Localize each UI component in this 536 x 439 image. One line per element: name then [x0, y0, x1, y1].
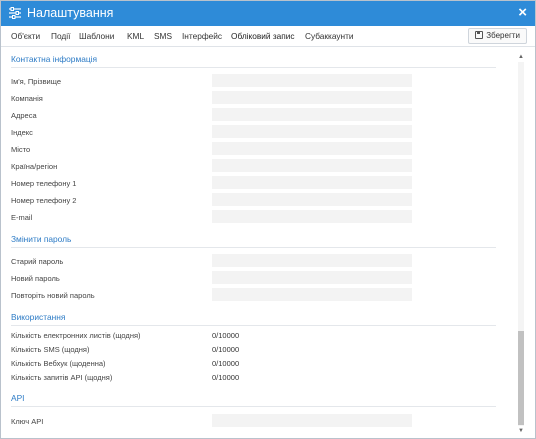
scroll-up-arrow-icon[interactable]: ▲: [517, 53, 525, 61]
field-label-name: Ім'я, Прізвище: [11, 77, 61, 86]
section-divider: [11, 247, 496, 248]
settings-window: Налаштування × Об'єкти Події Шаблони KML…: [0, 0, 536, 439]
address-input[interactable]: [212, 108, 412, 121]
phone2-input[interactable]: [212, 193, 412, 206]
scroll-down-arrow-icon[interactable]: ▼: [517, 427, 525, 435]
new-password-input[interactable]: [212, 271, 412, 284]
floppy-disk-icon: [475, 31, 484, 39]
company-input[interactable]: [212, 91, 412, 104]
phone1-input[interactable]: [212, 176, 412, 189]
field-label-new-password: Новий пароль: [11, 274, 60, 283]
tab-objects[interactable]: Об'єкти: [11, 30, 40, 42]
field-label-country: Країна/регіон: [11, 162, 58, 171]
repeat-password-input[interactable]: [212, 288, 412, 301]
scroll-thumb[interactable]: [518, 331, 524, 425]
field-label-address: Адреса: [11, 111, 37, 120]
field-label-email: E-mail: [11, 213, 33, 222]
usage-label-sms: Кількість SMS (щодня): [11, 345, 90, 354]
usage-value-webhook: 0/10000: [212, 359, 240, 368]
usage-label-api-requests: Кількість запитів API (щодня): [11, 373, 113, 382]
usage-value-sms: 0/10000: [212, 345, 240, 354]
field-label-postcode: Індекс: [11, 128, 33, 137]
city-input[interactable]: [212, 142, 412, 155]
field-label-city: Місто: [11, 145, 31, 154]
tab-sms[interactable]: SMS: [154, 30, 172, 42]
window-title: Налаштування: [27, 6, 114, 20]
field-label-company: Компанія: [11, 94, 43, 103]
sliders-icon: [8, 6, 22, 20]
section-title-api: API: [11, 393, 25, 403]
country-input[interactable]: [212, 159, 412, 172]
email-input[interactable]: [212, 210, 412, 223]
section-divider: [11, 67, 496, 68]
vertical-scrollbar[interactable]: ▲ ▼: [517, 53, 525, 435]
section-divider: [11, 406, 496, 407]
usage-value-api-requests: 0/10000: [212, 373, 240, 382]
field-label-api-key: Ключ API: [11, 417, 44, 426]
postcode-input[interactable]: [212, 125, 412, 138]
tab-subaccounts[interactable]: Субаккаунти: [305, 30, 354, 42]
tab-kml[interactable]: KML: [127, 30, 144, 42]
tab-interface[interactable]: Інтерфейс: [182, 30, 222, 42]
section-divider: [11, 325, 496, 326]
tab-account[interactable]: Обліковий запис: [231, 30, 295, 42]
usage-label-emails: Кількість електронних листів (щодня): [11, 331, 141, 340]
tab-templates[interactable]: Шаблони: [79, 30, 114, 42]
field-label-old-password: Старий пароль: [11, 257, 64, 266]
field-label-phone1: Номер телефону 1: [11, 179, 77, 188]
settings-content: Контактна інформація Ім'я, Прізвище Комп…: [1, 47, 515, 438]
tab-bar: Об'єкти Події Шаблони KML SMS Інтерфейс …: [1, 26, 535, 47]
field-label-phone2: Номер телефону 2: [11, 196, 77, 205]
tab-events[interactable]: Події: [51, 30, 70, 42]
usage-value-emails: 0/10000: [212, 331, 240, 340]
save-button[interactable]: Зберегти: [468, 28, 527, 44]
name-input[interactable]: [212, 74, 412, 87]
section-title-contact: Контактна інформація: [11, 54, 98, 64]
save-button-label: Зберегти: [486, 31, 520, 40]
usage-label-webhook: Кількість Вебхук (щоденна): [11, 359, 106, 368]
close-icon[interactable]: ×: [518, 4, 527, 22]
field-label-repeat-password: Повторіть новий пароль: [11, 291, 95, 300]
api-key-input[interactable]: [212, 414, 412, 427]
title-bar: Налаштування ×: [1, 1, 535, 26]
section-title-password: Змінити пароль: [11, 234, 72, 244]
section-title-usage: Використання: [11, 312, 66, 322]
old-password-input[interactable]: [212, 254, 412, 267]
